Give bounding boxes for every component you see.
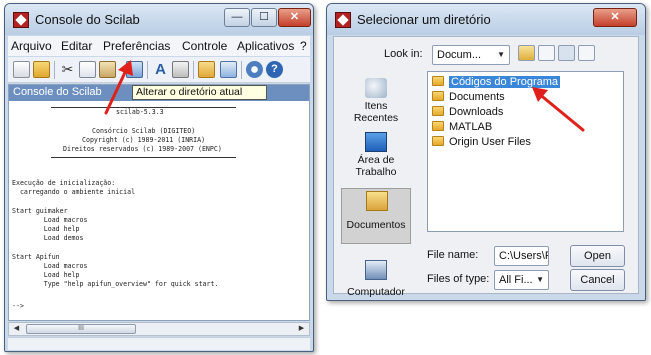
arrow-to-change-directory [104, 60, 133, 115]
arrow-to-selected-folder [532, 87, 585, 132]
annotation-arrows [104, 60, 585, 132]
